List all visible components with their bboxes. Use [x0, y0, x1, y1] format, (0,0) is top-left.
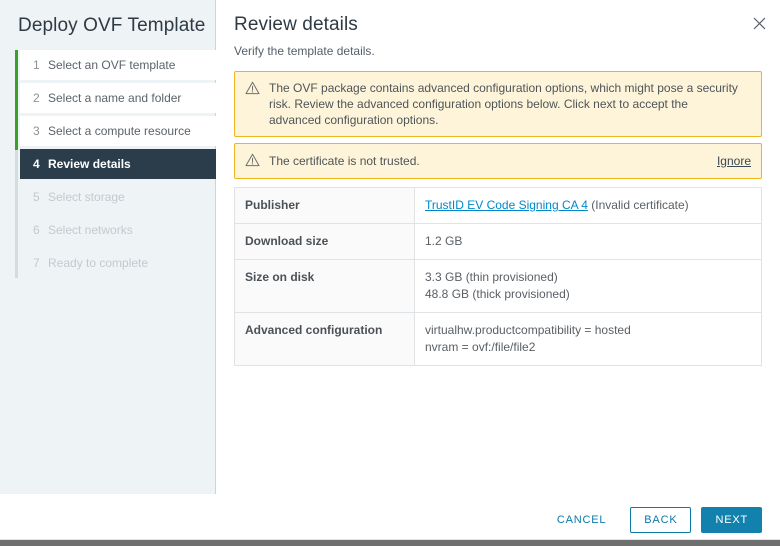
sidebar-step-6: 6 Select networks [20, 215, 216, 245]
page-title: Review details [234, 14, 358, 35]
window-title: Deploy OVF Template [18, 15, 206, 36]
warning-triangle-icon [245, 153, 261, 169]
table-row-download-size: Download size 1.2 GB [234, 223, 762, 260]
step-label: Select networks [48, 223, 133, 237]
wizard-body: Deploy OVF Template 1 Select an OVF temp… [0, 0, 780, 494]
step-number: 1 [33, 58, 40, 72]
value-line: 3.3 GB (thin provisioned) [425, 270, 558, 284]
row-label: Download size [234, 223, 415, 260]
step-label: Select storage [48, 190, 125, 204]
table-row-publisher: Publisher TrustID EV Code Signing CA 4 (… [234, 187, 762, 224]
sidebar-step-1[interactable]: 1 Select an OVF template [20, 50, 216, 80]
step-number: 7 [33, 256, 40, 270]
step-number: 4 [33, 157, 40, 171]
row-label: Publisher [234, 187, 415, 224]
warning-triangle-icon [245, 81, 261, 97]
row-value: virtualhw.productcompatibility = hosted … [414, 312, 762, 366]
wizard-content: Review details Verify the template detai… [216, 0, 780, 494]
step-number: 5 [33, 190, 40, 204]
step-label: Select a name and folder [48, 91, 182, 105]
sidebar-step-3[interactable]: 3 Select a compute resource [20, 116, 216, 146]
step-label: Ready to complete [48, 256, 149, 270]
close-icon[interactable] [748, 12, 770, 34]
step-label: Select a compute resource [48, 124, 191, 138]
publisher-certificate-link[interactable]: TrustID EV Code Signing CA 4 [425, 198, 588, 212]
step-number: 2 [33, 91, 40, 105]
template-details-table: Publisher TrustID EV Code Signing CA 4 (… [234, 187, 762, 366]
next-button[interactable]: NEXT [701, 507, 762, 533]
sidebar-step-2[interactable]: 2 Select a name and folder [20, 83, 216, 113]
cancel-button[interactable]: CANCEL [543, 507, 620, 533]
table-row-advanced-configuration: Advanced configuration virtualhw.product… [234, 312, 762, 366]
step-label: Review details [48, 157, 131, 171]
alert-list: The OVF package contains advanced config… [232, 71, 764, 179]
publisher-certificate-note: (Invalid certificate) [587, 198, 689, 212]
back-button[interactable]: BACK [630, 507, 692, 533]
wizard-sidebar: Deploy OVF Template 1 Select an OVF temp… [0, 0, 216, 494]
sidebar-step-4-review-details[interactable]: 4 Review details [20, 149, 216, 179]
value-line: virtualhw.productcompatibility = hosted [425, 323, 631, 337]
alert-message: The OVF package contains advanced config… [269, 81, 738, 127]
value-line: 1.2 GB [425, 234, 463, 248]
deploy-ovf-wizard: Deploy OVF Template 1 Select an OVF temp… [0, 0, 780, 546]
progress-fill [15, 50, 18, 150]
ignore-certificate-link[interactable]: Ignore [717, 154, 751, 168]
step-number: 6 [33, 223, 40, 237]
row-value: 3.3 GB (thin provisioned) 48.8 GB (thick… [414, 259, 762, 313]
step-number: 3 [33, 124, 40, 138]
row-label: Advanced configuration [234, 312, 415, 366]
sidebar-step-7: 7 Ready to complete [20, 248, 216, 278]
row-value: TrustID EV Code Signing CA 4 (Invalid ce… [414, 187, 762, 224]
alert-advanced-configuration: The OVF package contains advanced config… [234, 71, 762, 137]
value-line: 48.8 GB (thick provisioned) [425, 287, 570, 301]
wizard-steps: 1 Select an OVF template 2 Select a name… [0, 50, 216, 278]
sidebar-step-5: 5 Select storage [20, 182, 216, 212]
alert-certificate-not-trusted: The certificate is not trusted. Ignore [234, 143, 762, 179]
window-bottom-bar [0, 540, 780, 546]
row-label: Size on disk [234, 259, 415, 313]
page-subtitle: Verify the template details. [234, 44, 375, 58]
alert-message: The certificate is not trusted. [269, 154, 420, 168]
wizard-footer: CANCEL BACK NEXT [0, 494, 780, 546]
row-value: 1.2 GB [414, 223, 762, 260]
value-line: nvram = ovf:/file/file2 [425, 340, 536, 354]
step-label: Select an OVF template [48, 58, 176, 72]
table-row-size-on-disk: Size on disk 3.3 GB (thin provisioned) 4… [234, 259, 762, 313]
